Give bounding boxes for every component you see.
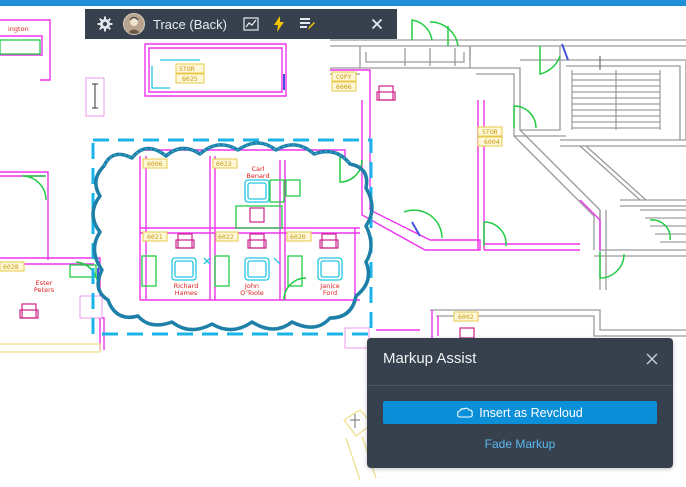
close-icon — [646, 353, 658, 365]
tag-text: 6002 — [458, 313, 474, 321]
furniture — [151, 59, 343, 281]
compare-button[interactable] — [237, 9, 265, 39]
tag-text: 6020 — [290, 233, 306, 241]
markup-edit-icon — [299, 18, 315, 30]
tag-text: 6006 — [147, 160, 163, 168]
occupant-name: Peters — [34, 286, 55, 294]
markup-assist-panel: Markup Assist Insert as Revcloud Fade Ma… — [367, 338, 673, 468]
tag-text: 6025 — [182, 75, 198, 83]
tag-text: 6028 — [3, 263, 19, 271]
tag-text: COPY — [336, 73, 352, 81]
trace-user[interactable]: Trace (Back) — [119, 9, 237, 39]
tag-text: 6021 — [147, 233, 163, 241]
markup-button[interactable] — [293, 9, 321, 39]
insert-revcloud-button[interactable]: Insert as Revcloud — [383, 401, 657, 424]
close-button[interactable] — [363, 9, 391, 39]
tag-text: STOR — [179, 65, 195, 73]
tag-text: STOR — [482, 128, 498, 136]
occupant-name: Hames — [175, 289, 198, 297]
insert-revcloud-label: Insert as Revcloud — [479, 405, 583, 420]
lightning-button[interactable] — [265, 9, 293, 39]
occupant-name: Benard — [246, 172, 269, 180]
panel-title: Markup Assist — [383, 350, 477, 367]
building-walls — [330, 39, 686, 337]
lightning-icon — [273, 16, 284, 32]
revcloud-icon — [457, 407, 473, 418]
tag-text: 6004 — [484, 138, 500, 146]
chart-compare-icon — [243, 17, 259, 31]
settings-button[interactable] — [91, 9, 119, 39]
tag-text: 6022 — [218, 233, 234, 241]
panel-close-button[interactable] — [643, 350, 661, 368]
occupant-name: Ford — [323, 289, 337, 297]
tag-text: 6006 — [336, 83, 352, 91]
columns — [79, 77, 370, 349]
gear-icon — [97, 16, 113, 32]
panel-divider — [367, 385, 673, 386]
tag-text: 6023 — [216, 160, 232, 168]
occupant-name: ington — [8, 25, 29, 33]
occupant-name: O'Toole — [240, 289, 264, 297]
fade-markup-link[interactable]: Fade Markup — [367, 437, 673, 451]
user-avatar-icon — [123, 13, 145, 35]
trace-toolbar: Trace (Back) — [85, 9, 397, 39]
close-icon — [371, 18, 383, 30]
trace-mode-label: Trace (Back) — [153, 16, 227, 32]
faint-elements — [0, 343, 377, 481]
